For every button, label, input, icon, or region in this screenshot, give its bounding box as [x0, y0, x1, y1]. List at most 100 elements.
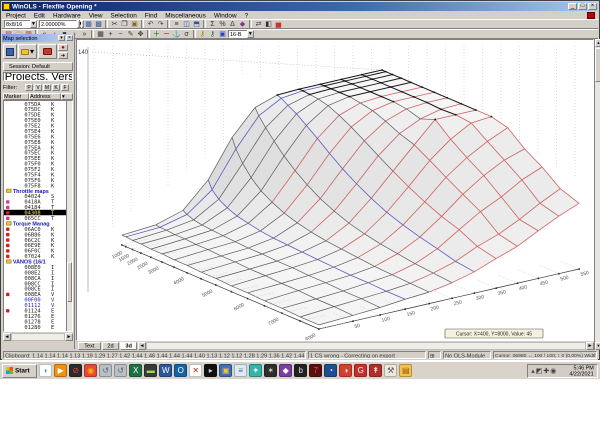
map-row-01280[interactable]: 01280 E: [4, 324, 72, 330]
window-blue-icon[interactable]: ▣: [218, 30, 227, 38]
zoom-in-icon[interactable]: +: [106, 30, 115, 38]
menu-miscellaneous[interactable]: Miscellaneous: [161, 11, 210, 18]
import-button[interactable]: [38, 44, 57, 59]
surface-plot[interactable]: 1401000150020002500300040005000600070008…: [77, 40, 599, 343]
photo-icon[interactable]: ◆: [279, 364, 293, 377]
blocked-dark-icon[interactable]: ⊘: [69, 364, 83, 377]
sum-icon[interactable]: Σ: [208, 20, 217, 28]
start-button[interactable]: Start: [2, 363, 38, 378]
red-x-icon[interactable]: ✕: [189, 364, 203, 377]
copy-icon[interactable]: ❐: [120, 20, 129, 28]
tab-text[interactable]: Text: [78, 341, 101, 350]
mdi-child-icon[interactable]: [587, 11, 595, 19]
word-icon[interactable]: W: [159, 364, 173, 377]
paste-icon[interactable]: ▣: [130, 20, 139, 28]
colors-icon[interactable]: ▅: [274, 20, 283, 28]
subtract-icon[interactable]: －: [162, 30, 171, 38]
scroll-down-icon[interactable]: ▼: [595, 342, 600, 350]
key-yellow-icon[interactable]: ⚷: [198, 30, 207, 38]
scrollbar-thumb[interactable]: [67, 262, 72, 302]
menu-view[interactable]: View: [85, 11, 107, 18]
chip-dark-icon[interactable]: ▬: [144, 364, 158, 377]
column-header-address[interactable]: Address: [29, 93, 61, 100]
anchor-icon[interactable]: ⚓: [172, 30, 181, 38]
column-header-type[interactable]: ▾: [61, 93, 73, 100]
view-2d-icon[interactable]: ◫: [182, 20, 191, 28]
tray-status-2[interactable]: ◩: [536, 367, 543, 375]
map-panel-titlebar[interactable]: Map selection ▾ ×: [2, 34, 74, 42]
map-size-combo[interactable]: 8x8/16 ▼: [4, 20, 38, 28]
seven-red-icon[interactable]: 7: [309, 364, 323, 377]
view-3d-icon[interactable]: ⬒: [192, 20, 201, 28]
session-button[interactable]: Session: Default: [3, 62, 73, 71]
chrome-icon[interactable]: ◉: [84, 364, 98, 377]
minimize-button[interactable]: _: [568, 3, 577, 10]
tray-status-3[interactable]: ✚: [543, 367, 549, 375]
swirl-1-icon[interactable]: ↺: [99, 364, 113, 377]
percent-icon[interactable]: %: [218, 20, 227, 28]
map-hscrollbar[interactable]: [145, 341, 586, 350]
delta-icon[interactable]: Δ: [228, 20, 237, 28]
pencil-icon[interactable]: ✎: [126, 30, 135, 38]
pan-icon[interactable]: ✥: [136, 30, 145, 38]
panel-hscrollbar[interactable]: ◄ ►: [3, 333, 73, 341]
grid-icon[interactable]: ▦: [96, 30, 105, 38]
menu-window[interactable]: Window: [210, 11, 241, 18]
folder-app-icon[interactable]: ▣: [219, 364, 233, 377]
panel-close-button[interactable]: ×: [66, 35, 73, 41]
circle-red-icon[interactable]: ◑: [339, 364, 353, 377]
notes-icon[interactable]: ≡: [234, 364, 248, 377]
circle-blue-icon[interactable]: ◔: [324, 364, 338, 377]
filter-button-v[interactable]: V: [34, 84, 42, 91]
swap-icon[interactable]: ◧: [264, 20, 273, 28]
tab-3d[interactable]: 3d: [119, 341, 137, 350]
nav-last-icon[interactable]: »: [80, 30, 89, 38]
close-button[interactable]: ×: [588, 3, 597, 10]
tray-status-1[interactable]: ▴: [531, 367, 535, 375]
maximize-button[interactable]: □: [578, 3, 587, 10]
filter-button-k[interactable]: K: [52, 84, 60, 91]
map-3d-view[interactable]: 140 1000 1500 2000 2500 3000 4000 5000 6000 7000 8…: [76, 39, 599, 343]
excel-icon[interactable]: X: [129, 364, 143, 377]
star-multi-icon[interactable]: ✶: [264, 364, 278, 377]
hscroll-right-icon[interactable]: ►: [586, 341, 594, 350]
map-vscrollbar[interactable]: ▲ ▼: [594, 39, 600, 350]
swirl-2-icon[interactable]: ↺: [114, 364, 128, 377]
tray-status-4[interactable]: ◉: [550, 367, 556, 375]
title-bar[interactable]: WinOLS - Flexfile Opening * _ □ ×: [2, 2, 598, 11]
map-list-scrollbar[interactable]: [66, 101, 72, 331]
app-teal-icon[interactable]: ◗: [39, 364, 53, 377]
key-green-icon[interactable]: ⚷: [208, 30, 217, 38]
view-text-icon[interactable]: ≡: [172, 20, 181, 28]
menu-hardware[interactable]: Hardware: [49, 11, 85, 18]
grid-2d-icon[interactable]: ▦: [84, 20, 93, 28]
add-icon[interactable]: ＋: [152, 30, 161, 38]
compare-icon[interactable]: ⇄: [254, 20, 263, 28]
g-red-icon[interactable]: G: [354, 364, 368, 377]
column-header-marker[interactable]: Marker: [3, 93, 29, 100]
media-orange-icon[interactable]: ▶: [54, 364, 68, 377]
cut-icon[interactable]: ✂: [110, 20, 119, 28]
badge-b-icon[interactable]: b: [294, 364, 308, 377]
menu-edit[interactable]: Edit: [30, 11, 49, 18]
hscroll-left-icon[interactable]: ◄: [137, 341, 146, 350]
scroll-right-icon[interactable]: ►: [65, 333, 73, 341]
outlook-icon[interactable]: O: [174, 364, 188, 377]
terminal-icon[interactable]: ▸: [204, 364, 218, 377]
save-button[interactable]: [3, 44, 17, 59]
menu-selection[interactable]: Selection: [106, 11, 140, 18]
panel-pin-button[interactable]: ▾: [58, 35, 65, 41]
open-maps-button[interactable]: ▾: [18, 44, 37, 59]
undo-icon[interactable]: ↶: [146, 20, 155, 28]
window-orange-icon[interactable]: ▤: [399, 364, 413, 377]
scroll-left-icon[interactable]: ◄: [3, 333, 11, 341]
vscroll-thumb[interactable]: [595, 48, 600, 82]
redo-icon[interactable]: ↷: [156, 20, 165, 28]
filter-button-p[interactable]: P: [25, 84, 33, 91]
menu-find[interactable]: Find: [141, 11, 161, 18]
zoom-out-icon[interactable]: −: [116, 30, 125, 38]
tree-red-icon[interactable]: ↟: [369, 364, 383, 377]
scroll-up-icon[interactable]: ▲: [595, 39, 600, 47]
menu-[interactable]: ?: [241, 11, 253, 18]
filter-button-f[interactable]: F: [61, 84, 69, 91]
